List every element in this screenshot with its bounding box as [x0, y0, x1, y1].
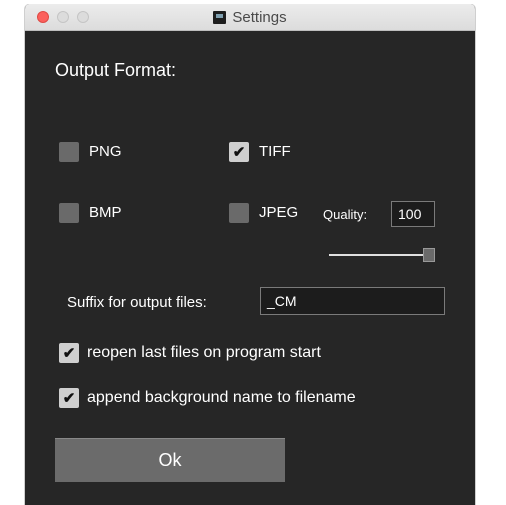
window-title: Settings — [232, 8, 287, 26]
title-bar[interactable]: Settings — [25, 4, 475, 31]
quality-slider-track[interactable] — [329, 254, 433, 256]
checkmark-icon: ✔ — [62, 345, 76, 362]
tiff-label: TIFF — [259, 143, 291, 160]
jpeg-checkbox[interactable] — [229, 203, 249, 223]
append-background-label: append background name to filename — [87, 389, 356, 406]
suffix-label: Suffix for output files: — [67, 294, 207, 311]
title-inner: Settings — [213, 4, 287, 30]
append-background-checkbox[interactable]: ✔ — [59, 388, 79, 408]
png-checkbox[interactable] — [59, 142, 79, 162]
quality-label: Quality: — [323, 207, 368, 222]
reopen-files-label: reopen last files on program start — [87, 344, 321, 361]
png-label: PNG — [89, 143, 122, 160]
bmp-label: BMP — [89, 204, 122, 221]
bmp-checkbox[interactable] — [59, 203, 79, 223]
ok-button[interactable]: Ok — [55, 438, 285, 482]
tiff-checkbox[interactable]: ✔ — [229, 142, 249, 162]
jpeg-label: JPEG — [259, 204, 299, 221]
settings-window: Settings Output Format: PNG ✔ TIFF BMP J… — [24, 4, 476, 505]
app-icon — [213, 10, 227, 24]
checkmark-icon: ✔ — [232, 144, 246, 161]
title-wrap: Settings — [25, 4, 475, 30]
quality-slider-handle[interactable] — [423, 248, 435, 262]
reopen-files-checkbox[interactable]: ✔ — [59, 343, 79, 363]
quality-input[interactable]: 100 — [391, 201, 435, 227]
suffix-input[interactable]: _CM — [260, 287, 445, 315]
checkmark-icon: ✔ — [62, 390, 76, 407]
output-format-heading: Output Format: — [55, 60, 177, 80]
